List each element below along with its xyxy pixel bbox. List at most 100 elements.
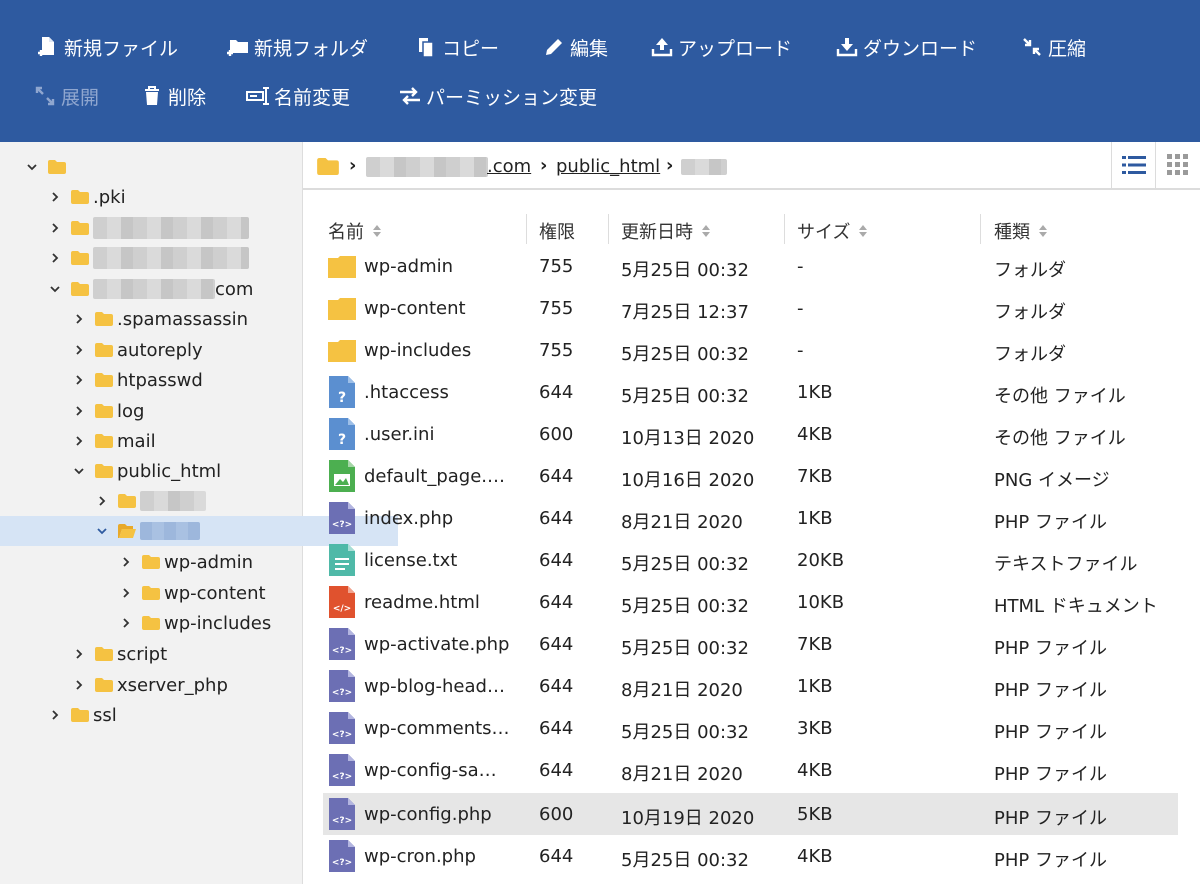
breadcrumb: › .com › public_html ›: [303, 142, 1200, 190]
file-modified: 7月25日 12:37: [621, 302, 749, 323]
new-folder-label: 新規フォルダ: [254, 37, 369, 60]
file-row[interactable]: default_page.png 644 10月16日 2020 7KB PNG…: [323, 455, 1178, 497]
file-permission: 755: [539, 298, 574, 319]
extract-button[interactable]: 展開: [33, 81, 99, 111]
column-header-size[interactable]: サイズ: [797, 218, 868, 244]
column-header-modified[interactable]: 更新日時: [621, 218, 711, 244]
grid-view-button[interactable]: [1155, 142, 1199, 188]
unknown-file-icon: ?: [329, 376, 355, 408]
new-file-button[interactable]: 新規ファイル: [36, 32, 178, 62]
compress-icon: [1023, 38, 1041, 56]
svg-text:<?>: <?>: [332, 858, 352, 868]
download-button[interactable]: ダウンロード: [835, 32, 977, 62]
list-view-button[interactable]: [1111, 142, 1155, 188]
html-file-icon: </>: [329, 586, 355, 618]
column-header-type[interactable]: 種類: [994, 218, 1048, 244]
file-permission: 644: [539, 760, 574, 781]
file-type: テキストファイル: [994, 554, 1138, 575]
chevron-right-icon: [120, 617, 132, 629]
file-row[interactable]: <?> wp-cron.php 644 5月25日 00:32 4KB PHP …: [323, 835, 1178, 877]
file-name: .user.ini: [364, 424, 435, 445]
file-modified: 10月16日 2020: [621, 470, 755, 491]
copy-button[interactable]: コピー: [414, 32, 499, 62]
svg-text:?: ?: [338, 432, 346, 448]
rename-button[interactable]: 名前変更: [246, 81, 350, 111]
extract-label: 展開: [61, 86, 100, 109]
file-row[interactable]: <?> wp-comments-… 644 5月25日 00:32 3KB PH…: [323, 707, 1178, 749]
file-permission: 644: [539, 508, 574, 529]
tree-item-ssl[interactable]: ssl: [0, 700, 351, 730]
tree-item-redacted-1[interactable]: [0, 213, 351, 243]
file-size: -: [797, 298, 804, 319]
breadcrumb-domain[interactable]: .com: [487, 156, 531, 177]
file-type: PHP ファイル: [994, 638, 1107, 659]
file-row[interactable]: wp-includes 755 5月25日 00:32 - フォルダ: [323, 329, 1178, 371]
file-row[interactable]: license.txt 644 5月25日 00:32 20KB テキストファイ…: [323, 539, 1178, 581]
tree-item-label: wp-includes: [164, 612, 272, 634]
file-size: 5KB: [797, 804, 833, 825]
file-row[interactable]: ? .user.ini 600 10月13日 2020 4KB その他 ファイル: [323, 413, 1178, 455]
file-name: wp-blog-heade…: [364, 676, 514, 697]
file-type: PHP ファイル: [994, 722, 1107, 743]
svg-text:<?>: <?>: [332, 730, 352, 740]
column-header-permission[interactable]: 権限: [539, 218, 575, 244]
file-row[interactable]: ? .htaccess 644 5月25日 00:32 1KB その他 ファイル: [323, 371, 1178, 413]
folder-icon: [95, 678, 113, 692]
file-row[interactable]: <?> wp-blog-heade… 644 8月21日 2020 1KB PH…: [323, 665, 1178, 707]
chevron-down-icon: [26, 161, 38, 173]
file-modified: 5月25日 00:32: [621, 722, 749, 743]
column-header-label: 権限: [539, 222, 575, 243]
file-size: 4KB: [797, 424, 833, 445]
folder-icon: [95, 404, 113, 418]
column-header-name[interactable]: 名前: [328, 218, 382, 244]
file-size: 4KB: [797, 760, 833, 781]
edit-button[interactable]: 編集: [542, 32, 608, 62]
file-type: その他 ファイル: [994, 428, 1126, 449]
svg-text:<?>: <?>: [332, 816, 352, 826]
file-name: .htaccess: [364, 382, 449, 403]
svg-text:<?>: <?>: [332, 688, 352, 698]
tree-item-redacted-2[interactable]: [0, 243, 351, 273]
compress-button[interactable]: 圧縮: [1020, 32, 1086, 62]
file-type: PHP ファイル: [994, 680, 1107, 701]
file-row[interactable]: <?> wp-activate.php 644 5月25日 00:32 7KB …: [323, 623, 1178, 665]
file-row-selected[interactable]: <?> wp-config.php 600 10月19日 2020 5KB PH…: [323, 793, 1178, 835]
chevron-down-icon: [73, 465, 85, 477]
file-row[interactable]: wp-admin 755 5月25日 00:32 - フォルダ: [323, 245, 1178, 287]
tree-item-root[interactable]: [0, 152, 328, 182]
breadcrumb-public-html[interactable]: public_html: [556, 156, 660, 177]
folder-icon: [95, 647, 113, 661]
rename-icon: [246, 87, 269, 105]
list-view-icon: [1121, 156, 1146, 174]
delete-button[interactable]: 削除: [140, 81, 206, 111]
upload-button[interactable]: アップロード: [650, 32, 792, 62]
copy-icon: [419, 38, 434, 58]
folder-icon: [95, 373, 113, 387]
file-row[interactable]: <?> index.php 644 8月21日 2020 1KB PHP ファイ…: [323, 497, 1178, 539]
redacted-name: [93, 247, 249, 269]
file-permission: 644: [539, 718, 574, 739]
chevron-right-icon: [96, 495, 108, 507]
new-folder-button[interactable]: 新規フォルダ: [226, 32, 368, 62]
breadcrumb-separator: ›: [540, 155, 548, 176]
permission-button[interactable]: パーミッション変更: [398, 81, 597, 111]
file-permission: 644: [539, 634, 574, 655]
tree-item-pki[interactable]: .pki: [0, 182, 351, 212]
download-icon: [836, 38, 858, 57]
tree-item-domain[interactable]: com: [0, 274, 351, 304]
file-size: 3KB: [797, 718, 833, 739]
column-header-label: サイズ: [797, 222, 851, 243]
chevron-right-icon: [73, 435, 85, 447]
file-row[interactable]: wp-content 755 7月25日 12:37 - フォルダ: [323, 287, 1178, 329]
folder-icon: [71, 708, 89, 722]
svg-text:<?>: <?>: [332, 520, 352, 530]
file-type: HTML ドキュメント: [994, 596, 1158, 617]
new-file-label: 新規ファイル: [64, 37, 179, 60]
folder-icon: [142, 555, 160, 569]
folder-icon: [71, 282, 89, 296]
file-name: wp-comments-…: [364, 718, 514, 739]
file-modified: 5月25日 00:32: [621, 260, 749, 281]
file-name: wp-activate.php: [364, 634, 510, 655]
file-row[interactable]: <?> wp-config-sam… 644 8月21日 2020 4KB PH…: [323, 749, 1178, 791]
file-row[interactable]: </> readme.html 644 5月25日 00:32 10KB HTM…: [323, 581, 1178, 623]
